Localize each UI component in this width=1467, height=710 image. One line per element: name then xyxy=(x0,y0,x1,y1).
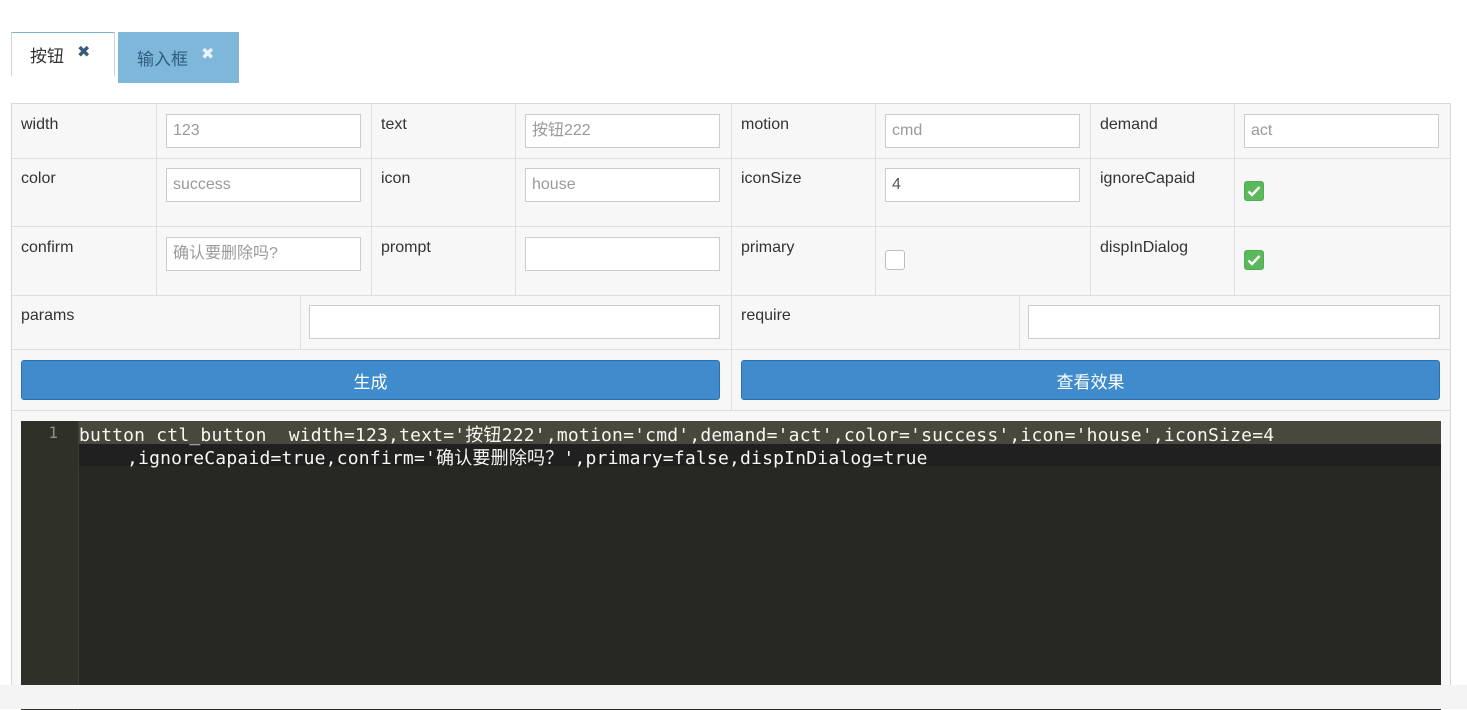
generate-button[interactable]: 生成 xyxy=(21,360,720,400)
motion-label: motion xyxy=(741,116,790,133)
primary-label: primary xyxy=(741,239,795,256)
text-label: text xyxy=(381,116,407,133)
icon-input[interactable] xyxy=(525,168,720,202)
button-config-form: width text motion demand color icon icon… xyxy=(11,103,1451,710)
dispindialog-label: dispInDialog xyxy=(1100,239,1189,256)
check-icon xyxy=(1247,186,1261,197)
tab-button-label: 按钮 xyxy=(30,46,64,66)
dispindialog-checkbox[interactable] xyxy=(1244,250,1264,270)
color-input[interactable] xyxy=(166,168,361,202)
row-divider xyxy=(12,410,1450,411)
check-icon xyxy=(1247,255,1261,266)
params-input[interactable] xyxy=(309,305,720,339)
col-divider xyxy=(875,104,876,295)
line-number: 1 xyxy=(48,423,58,442)
ignorecapaid-label: ignoreCapaid xyxy=(1100,170,1196,187)
color-label: color xyxy=(21,170,56,187)
require-input[interactable] xyxy=(1028,305,1440,339)
close-icon[interactable]: ✖ xyxy=(201,44,214,64)
text-input[interactable] xyxy=(525,114,720,148)
tab-button[interactable]: 按钮 ✖ xyxy=(11,32,115,77)
col-divider xyxy=(731,104,732,410)
iconsize-label: iconSize xyxy=(741,170,802,187)
tab-input-label: 输入框 xyxy=(137,50,188,69)
code-line: button ctl_button width=123,text='按钮222'… xyxy=(79,425,1275,446)
prompt-input[interactable] xyxy=(525,237,720,271)
col-divider xyxy=(515,104,516,295)
col-divider xyxy=(1234,104,1235,295)
icon-label: icon xyxy=(381,170,411,187)
col-divider xyxy=(156,104,157,295)
tab-input[interactable]: 输入框 ✖ xyxy=(118,32,239,83)
editor-gutter: 1 xyxy=(21,421,79,710)
params-label: params xyxy=(21,307,75,324)
preview-button[interactable]: 查看效果 xyxy=(741,360,1440,400)
code-line-wrap: ,ignoreCapaid=true,confirm='确认要删除吗？',pri… xyxy=(127,448,928,469)
confirm-label: confirm xyxy=(21,239,74,256)
width-label: width xyxy=(21,116,59,133)
iconsize-input[interactable] xyxy=(885,168,1080,202)
col-divider xyxy=(1090,104,1091,295)
prompt-label: prompt xyxy=(381,239,431,256)
require-label: require xyxy=(741,307,791,324)
close-icon[interactable]: ✖ xyxy=(77,42,90,62)
code-editor[interactable]: 1 button ctl_button width=123,text='按钮22… xyxy=(21,421,1441,710)
demand-label: demand xyxy=(1100,116,1158,133)
col-divider xyxy=(300,295,301,349)
ignorecapaid-checkbox[interactable] xyxy=(1244,181,1264,201)
width-input[interactable] xyxy=(166,114,361,148)
motion-input[interactable] xyxy=(885,114,1080,148)
primary-checkbox[interactable] xyxy=(885,250,905,270)
confirm-input[interactable] xyxy=(166,237,361,271)
col-divider xyxy=(371,104,372,295)
col-divider xyxy=(1019,295,1020,349)
bottom-bar xyxy=(0,685,1467,709)
code-text[interactable]: button ctl_button width=123,text='按钮222'… xyxy=(79,424,1429,470)
demand-input[interactable] xyxy=(1244,114,1439,148)
